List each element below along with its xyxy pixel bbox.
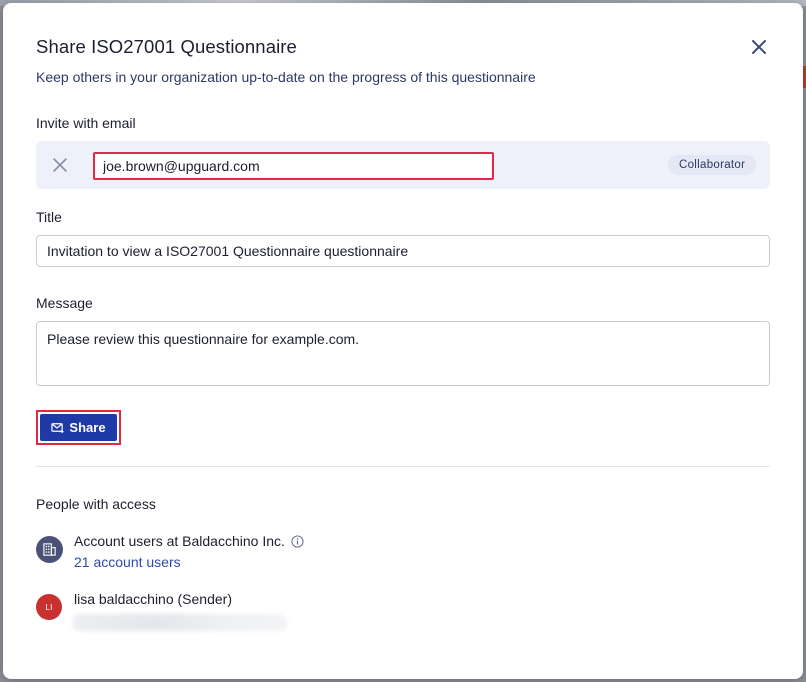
building-icon <box>43 543 56 556</box>
account-users-link[interactable]: 21 account users <box>74 554 181 570</box>
org-avatar <box>36 536 63 563</box>
people-heading: People with access <box>36 496 156 512</box>
share-button[interactable]: Share <box>40 414 117 441</box>
title-input[interactable] <box>36 235 770 267</box>
divider <box>36 466 770 467</box>
org-access-name: Account users at Baldacchino Inc. <box>74 533 285 549</box>
sender-email-redacted <box>73 614 287 631</box>
modal-subtitle: Keep others in your organization up-to-d… <box>36 69 536 85</box>
message-input[interactable]: Please review this questionnaire for exa… <box>36 321 770 386</box>
close-icon <box>752 40 766 54</box>
sender-name: lisa baldacchino (Sender) <box>74 591 232 607</box>
modal-title: Share ISO27001 Questionnaire <box>36 36 297 57</box>
invite-label: Invite with email <box>36 115 136 131</box>
role-badge[interactable]: Collaborator <box>668 155 757 175</box>
info-icon[interactable] <box>291 534 304 548</box>
share-modal: Share ISO27001 Questionnaire Keep others… <box>3 3 803 679</box>
title-label: Title <box>36 209 62 225</box>
invite-row: Collaborator <box>36 141 770 189</box>
org-access-row: Account users at Baldacchino Inc. <box>74 533 304 549</box>
close-icon <box>53 158 67 172</box>
sender-avatar: LI <box>36 594 62 620</box>
close-button[interactable] <box>747 35 771 59</box>
email-input[interactable] <box>93 152 494 180</box>
mail-icon <box>51 423 65 434</box>
share-button-highlight: Share <box>36 410 121 445</box>
remove-invite-button[interactable] <box>52 157 68 173</box>
share-button-label: Share <box>69 420 106 435</box>
message-label: Message <box>36 295 93 311</box>
